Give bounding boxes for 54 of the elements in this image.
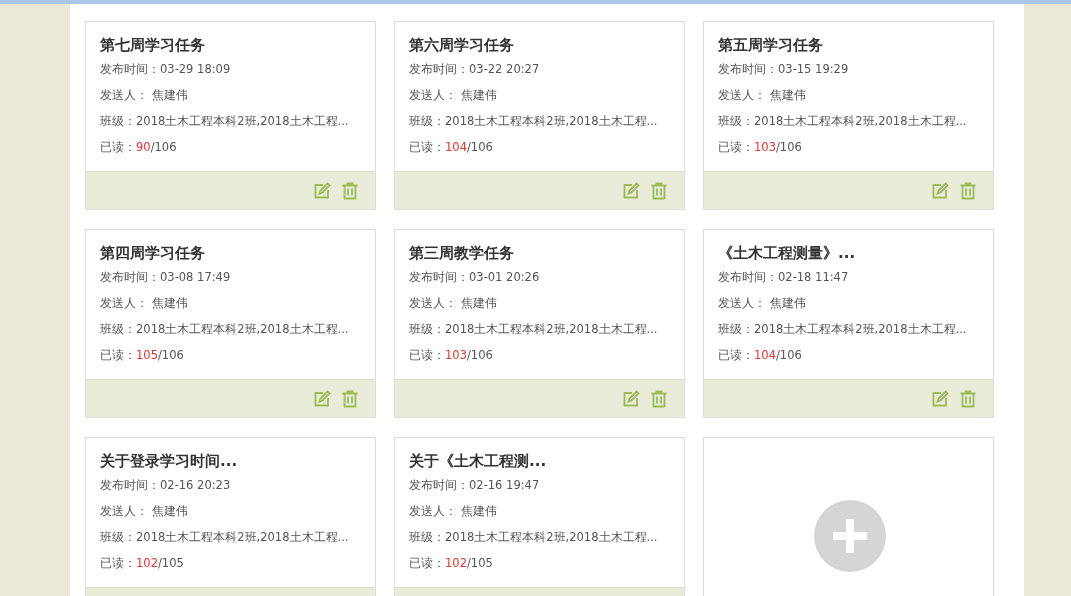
notice-title[interactable]: 关于《土木工程测... (409, 452, 670, 476)
notice-title[interactable]: 第四周学习任务 (100, 244, 361, 268)
read-count: 已读：104/106 (409, 139, 494, 156)
notice-title[interactable]: 第七周学习任务 (100, 36, 361, 60)
add-card[interactable] (703, 437, 994, 596)
plus-icon (833, 519, 867, 553)
notice-title[interactable]: 关于登录学习时间... (100, 452, 361, 476)
sender: 发送人： 焦建伟 (718, 87, 807, 104)
edit-icon[interactable] (622, 181, 640, 200)
publish-time: 发布时间：03-22 20:27 (409, 61, 541, 78)
edit-icon[interactable] (313, 181, 331, 200)
trash-icon[interactable] (959, 389, 977, 408)
sender: 发送人： 焦建伟 (100, 503, 189, 520)
sender: 发送人： 焦建伟 (409, 87, 498, 104)
read-count: 已读：105/106 (100, 347, 185, 364)
publish-time: 发布时间：03-01 20:26 (409, 269, 541, 286)
sender: 发送人： 焦建伟 (100, 295, 189, 312)
edit-icon[interactable] (931, 181, 949, 200)
class-list: 班级：2018土木工程本科2班,2018土木工程... (718, 320, 979, 346)
edit-icon[interactable] (931, 389, 949, 408)
notice-title[interactable]: 第三周教学任务 (409, 244, 670, 268)
publish-time: 发布时间：02-16 19:47 (409, 477, 541, 494)
trash-icon[interactable] (650, 389, 668, 408)
class-list: 班级：2018土木工程本科2班,2018土木工程... (409, 112, 670, 138)
class-list: 班级：2018土木工程本科2班,2018土木工程... (100, 112, 361, 138)
notice-title[interactable]: 《土木工程测量》... (718, 244, 979, 268)
sender: 发送人： 焦建伟 (409, 295, 498, 312)
class-list: 班级：2018土木工程本科2班,2018土木工程... (409, 320, 670, 346)
edit-icon[interactable] (313, 389, 331, 408)
sender: 发送人： 焦建伟 (718, 295, 807, 312)
read-count: 已读：102/105 (409, 555, 494, 572)
trash-icon[interactable] (341, 181, 359, 200)
class-list: 班级：2018土木工程本科2班,2018土木工程... (100, 320, 361, 346)
trash-icon[interactable] (650, 181, 668, 200)
sender: 发送人： 焦建伟 (100, 87, 189, 104)
publish-time: 发布时间：03-15 19:29 (718, 61, 850, 78)
publish-time: 发布时间：02-18 11:47 (718, 269, 850, 286)
class-list: 班级：2018土木工程本科2班,2018土木工程... (409, 528, 670, 554)
trash-icon[interactable] (341, 389, 359, 408)
publish-time: 发布时间：03-08 17:49 (100, 269, 232, 286)
publish-time: 发布时间：02-16 20:23 (100, 477, 232, 494)
notice-title[interactable]: 第六周学习任务 (409, 36, 670, 60)
publish-time: 发布时间：03-29 18:09 (100, 61, 232, 78)
class-list: 班级：2018土木工程本科2班,2018土木工程... (100, 528, 361, 554)
notice-title[interactable]: 第五周学习任务 (718, 36, 979, 60)
read-count: 已读：90/106 (100, 139, 178, 156)
read-count: 已读：102/105 (100, 555, 185, 572)
read-count: 已读：103/106 (718, 139, 803, 156)
read-count: 已读：104/106 (718, 347, 803, 364)
edit-icon[interactable] (622, 389, 640, 408)
read-count: 已读：103/106 (409, 347, 494, 364)
trash-icon[interactable] (959, 181, 977, 200)
class-list: 班级：2018土木工程本科2班,2018土木工程... (718, 112, 979, 138)
sender: 发送人： 焦建伟 (409, 503, 498, 520)
